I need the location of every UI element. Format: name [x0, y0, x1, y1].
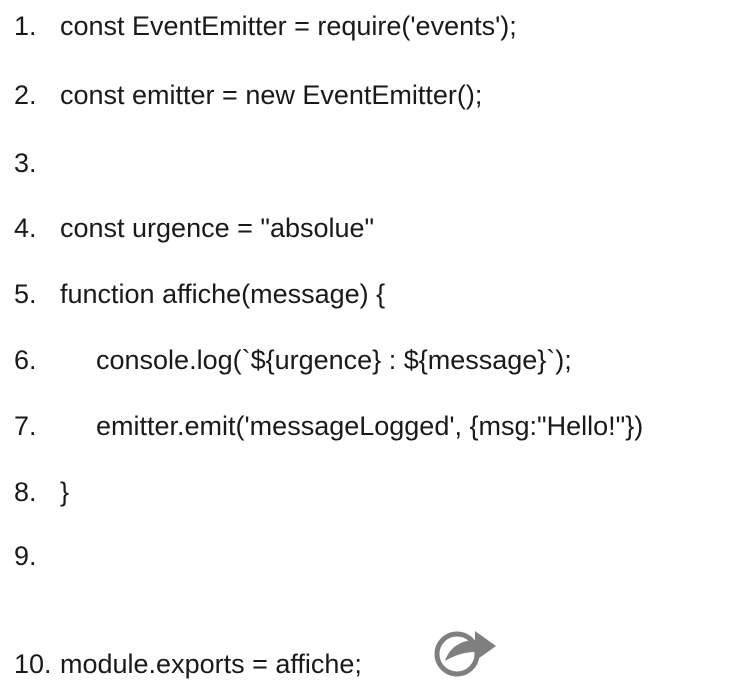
code-line: 4. const urgence = "absolue" — [14, 208, 374, 248]
code-line: 6. console.log(`${urgence} : ${message}`… — [14, 340, 572, 380]
line-number: 10. — [14, 649, 52, 679]
line-number: 8. — [14, 477, 37, 507]
line-number: 2. — [14, 80, 37, 110]
line-number: 5. — [14, 279, 37, 309]
share-icon[interactable] — [433, 620, 501, 678]
code-line: 3. — [14, 143, 60, 183]
line-code: function affiche(message) { — [60, 279, 386, 309]
code-line: 10. module.exports = affiche; — [14, 644, 362, 684]
code-line: 8. } — [14, 472, 69, 512]
code-view: 1. const EventEmitter = require('events'… — [0, 0, 748, 689]
line-number: 7. — [14, 411, 37, 441]
line-code: const EventEmitter = require('events'); — [60, 11, 517, 41]
line-number: 3. — [14, 148, 37, 178]
code-line: 5. function affiche(message) { — [14, 274, 385, 314]
line-code: module.exports = affiche; — [60, 649, 362, 679]
line-number: 9. — [14, 541, 37, 571]
line-code: const urgence = "absolue" — [60, 213, 375, 243]
code-line: 7. emitter.emit('messageLogged', {msg:"H… — [14, 406, 643, 446]
line-code: console.log(`${urgence} : ${message}`); — [96, 345, 572, 375]
line-number: 4. — [14, 213, 37, 243]
line-code: emitter.emit('messageLogged', {msg:"Hell… — [96, 411, 644, 441]
code-line: 9. — [14, 536, 60, 576]
code-line: 1. const EventEmitter = require('events'… — [14, 6, 517, 46]
line-number: 1. — [14, 11, 37, 41]
code-line: 2. const emitter = new EventEmitter(); — [14, 75, 482, 115]
line-code: const emitter = new EventEmitter(); — [60, 80, 483, 110]
line-number: 6. — [14, 345, 37, 375]
line-code: } — [60, 477, 70, 507]
